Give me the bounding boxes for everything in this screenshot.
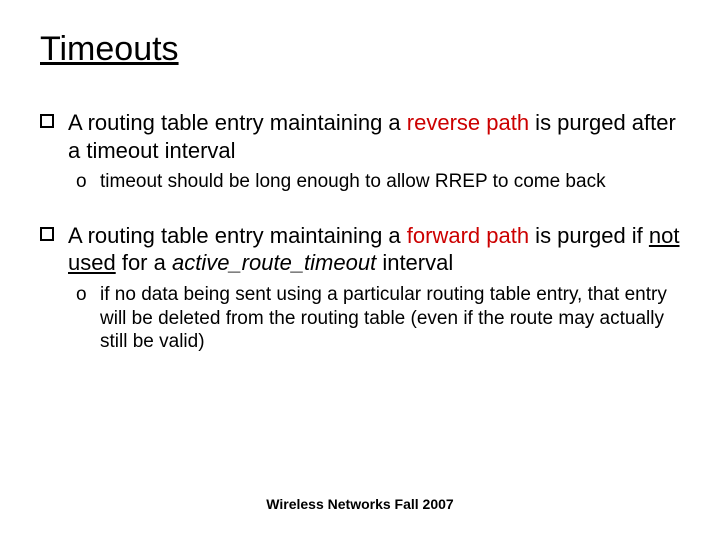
highlight-forward-path: forward path [407,223,529,248]
sub-list: if no data being sent using a particular… [40,283,680,354]
bullet-text-pre: A routing table entry maintaining a [68,223,407,248]
bullet-item: A routing table entry maintaining a reve… [40,109,680,164]
bullet-text-post1: is purged if [529,223,649,248]
sub-item: if no data being sent using a particular… [40,283,680,354]
bullet-text-pre: A routing table entry maintaining a [68,110,407,135]
footer-text: Wireless Networks Fall 2007 [0,496,720,512]
slide-title: Timeouts [40,30,680,69]
highlight-reverse-path: reverse path [407,110,529,135]
italic-active-route-timeout: active_route_timeout [172,250,376,275]
sub-list: timeout should be long enough to allow R… [40,170,680,194]
bullet-list: A routing table entry maintaining a reve… [40,109,680,354]
bullet-item: A routing table entry maintaining a forw… [40,222,680,277]
sub-item: timeout should be long enough to allow R… [40,170,680,194]
bullet-text-post2: for a [116,250,172,275]
slide: Timeouts A routing table entry maintaini… [0,0,720,540]
bullet-text-post3: interval [376,250,453,275]
